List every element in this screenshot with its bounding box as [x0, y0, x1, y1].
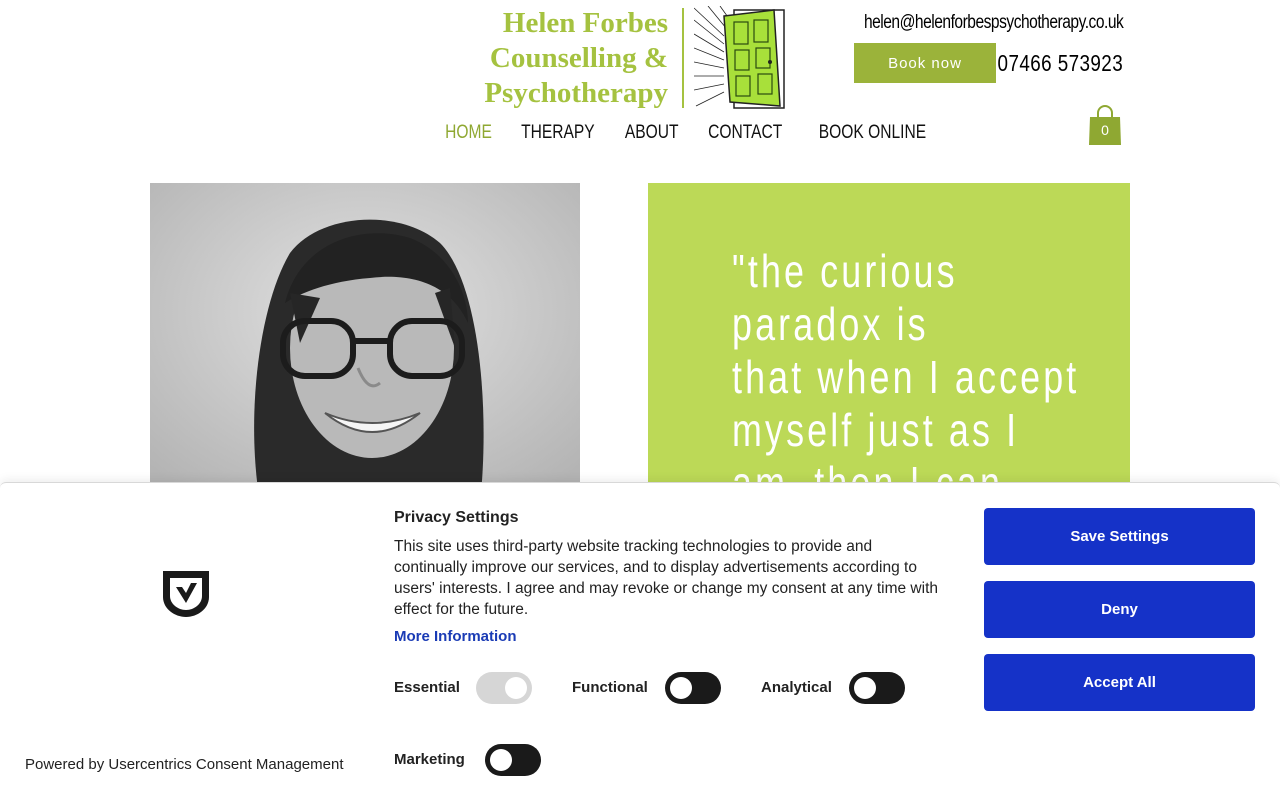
site-logo[interactable]: Helen Forbes Counselling & Psychotherapy	[484, 6, 786, 110]
hero-quote: "the curious paradox is that when I acce…	[732, 245, 1080, 503]
marketing-toggle[interactable]	[485, 744, 541, 776]
marketing-label: Marketing	[394, 751, 465, 768]
nav-item-about[interactable]: ABOUT	[612, 122, 690, 144]
nav-item-therapy[interactable]: THERAPY	[509, 122, 607, 144]
quote-panel: "the curious paradox is that when I acce…	[648, 183, 1130, 503]
nav-item-contact[interactable]: CONTACT	[696, 122, 795, 144]
essential-label: Essential	[394, 679, 460, 696]
nav-item-book-online[interactable]: BOOK ONLINE	[806, 122, 938, 144]
privacy-settings-title: Privacy Settings	[394, 509, 519, 526]
privacy-settings-body: This site uses third-party website track…	[394, 538, 938, 618]
shield-check-icon	[163, 571, 209, 617]
logo-divider	[682, 8, 684, 108]
analytical-toggle[interactable]	[849, 672, 905, 704]
cart-button[interactable]: 0	[1087, 103, 1123, 147]
analytical-label: Analytical	[761, 679, 832, 696]
save-settings-button[interactable]: Save Settings	[984, 508, 1255, 565]
portrait-photo	[150, 183, 580, 503]
contact-phone[interactable]: 07466 573923	[997, 50, 1123, 77]
consent-banner: Powered by Usercentrics Consent Manageme…	[0, 482, 1280, 800]
book-now-button[interactable]: Book now	[854, 43, 996, 83]
accept-all-button[interactable]: Accept All	[984, 654, 1255, 711]
deny-button[interactable]: Deny	[984, 581, 1255, 638]
door-icon	[694, 6, 785, 109]
more-information-link[interactable]: More Information	[394, 628, 517, 645]
functional-label: Functional	[572, 679, 648, 696]
nav-item-home[interactable]: HOME	[433, 122, 504, 144]
essential-toggle	[476, 672, 532, 704]
contact-email[interactable]: helen@helenforbespsychotherapy.co.uk	[864, 12, 1124, 34]
main-nav: HOME THERAPY ABOUT CONTACT BOOK ONLINE	[432, 122, 946, 144]
powered-by-text: Powered by Usercentrics Consent Manageme…	[25, 756, 344, 773]
logo-text: Helen Forbes Counselling & Psychotherapy	[484, 7, 668, 109]
functional-toggle[interactable]	[665, 672, 721, 704]
cart-count: 0	[1101, 122, 1109, 138]
